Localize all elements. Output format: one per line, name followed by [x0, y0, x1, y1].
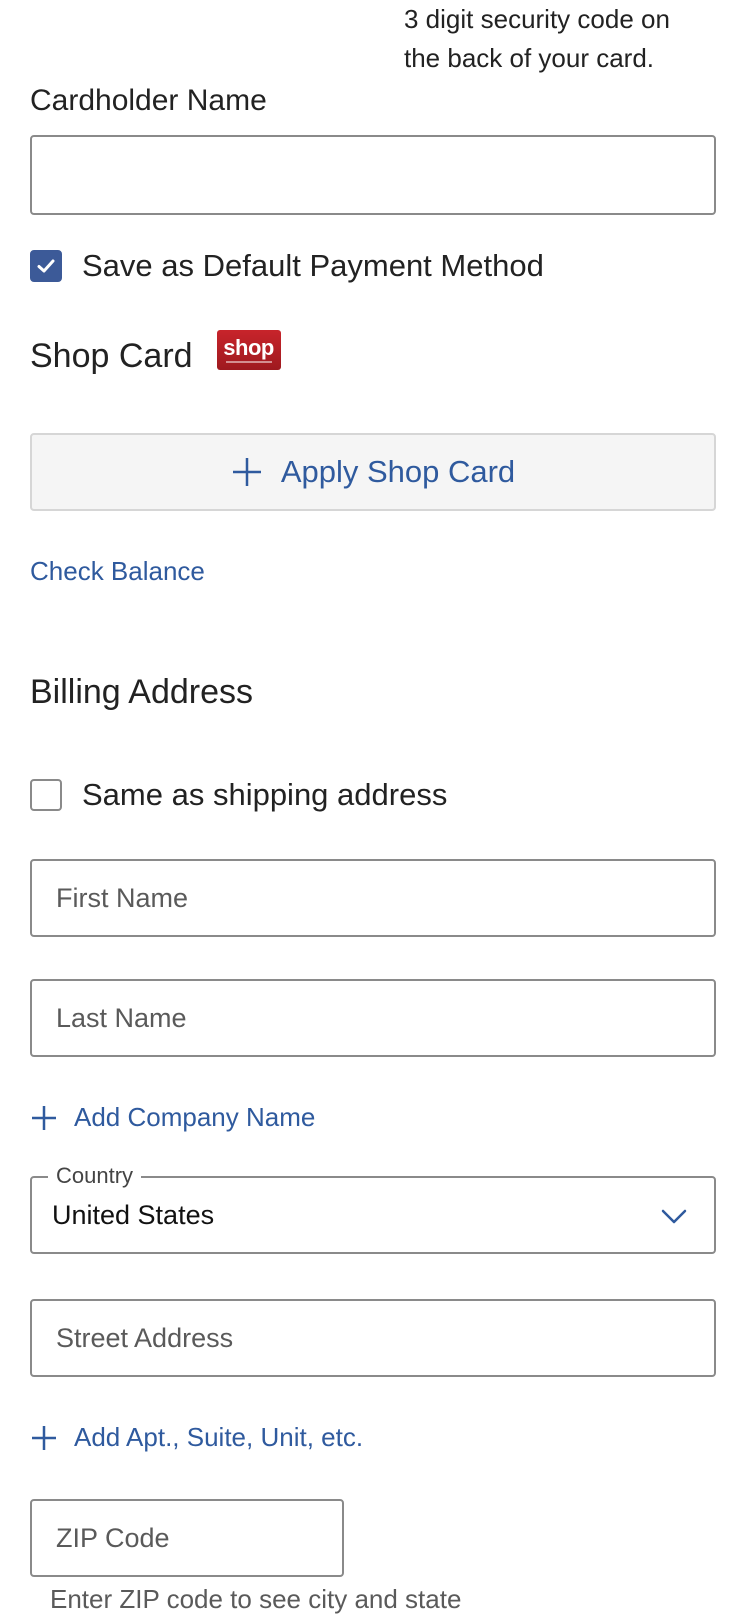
last-name-input[interactable] [30, 979, 716, 1057]
apply-shop-card-label: Apply Shop Card [280, 454, 516, 489]
add-company-name-label: Add Company Name [74, 1102, 316, 1132]
first-name-input[interactable] [30, 859, 716, 937]
same-as-shipping-row[interactable]: Same as shipping address [30, 777, 447, 813]
shop-card-logo: shop [216, 330, 281, 370]
save-default-row[interactable]: Save as Default Payment Method [30, 248, 544, 284]
save-default-label: Save as Default Payment Method [82, 248, 544, 283]
plus-icon [32, 1425, 56, 1450]
same-as-shipping-checkbox[interactable] [30, 779, 62, 811]
plus-icon [32, 1105, 56, 1130]
cardholder-name-label: Cardholder Name [30, 84, 267, 117]
add-apt-suite-link[interactable]: Add Apt., Suite, Unit, etc. [30, 1422, 363, 1453]
street-address-input[interactable] [30, 1299, 716, 1377]
payment-form-page: 3 digit security code on the back of you… [0, 0, 750, 1624]
apply-shop-card-button[interactable]: Apply Shop Card [30, 433, 716, 511]
billing-address-heading: Billing Address [30, 673, 254, 711]
plus-icon [232, 458, 261, 486]
cvv-hint-line-1: 3 digit security code on [404, 4, 670, 34]
check-icon [37, 259, 55, 273]
cvv-hint: 3 digit security code on the back of you… [404, 0, 724, 78]
chevron-down-icon [661, 1209, 687, 1224]
add-company-name-link[interactable]: Add Company Name [30, 1102, 315, 1133]
zip-code-input[interactable] [30, 1499, 344, 1577]
check-balance-link[interactable]: Check Balance [30, 556, 205, 587]
country-legend: Country [48, 1162, 142, 1190]
zip-helper-text: Enter ZIP code to see city and state [50, 1584, 462, 1614]
save-default-checkbox[interactable] [30, 250, 62, 282]
shop-card-title: Shop Card [30, 336, 193, 375]
country-select[interactable]: Country United States [30, 1162, 716, 1254]
add-apt-suite-label: Add Apt., Suite, Unit, etc. [74, 1422, 364, 1452]
shop-logo-underline [225, 361, 272, 363]
shop-card-heading: Shop Card shop [30, 330, 281, 376]
cvv-hint-line-2: the back of your card. [404, 43, 655, 73]
same-as-shipping-label: Same as shipping address [82, 777, 448, 812]
country-value: United States [52, 1200, 215, 1230]
cardholder-name-input[interactable] [30, 135, 716, 215]
shop-logo-text: shop [223, 335, 274, 360]
